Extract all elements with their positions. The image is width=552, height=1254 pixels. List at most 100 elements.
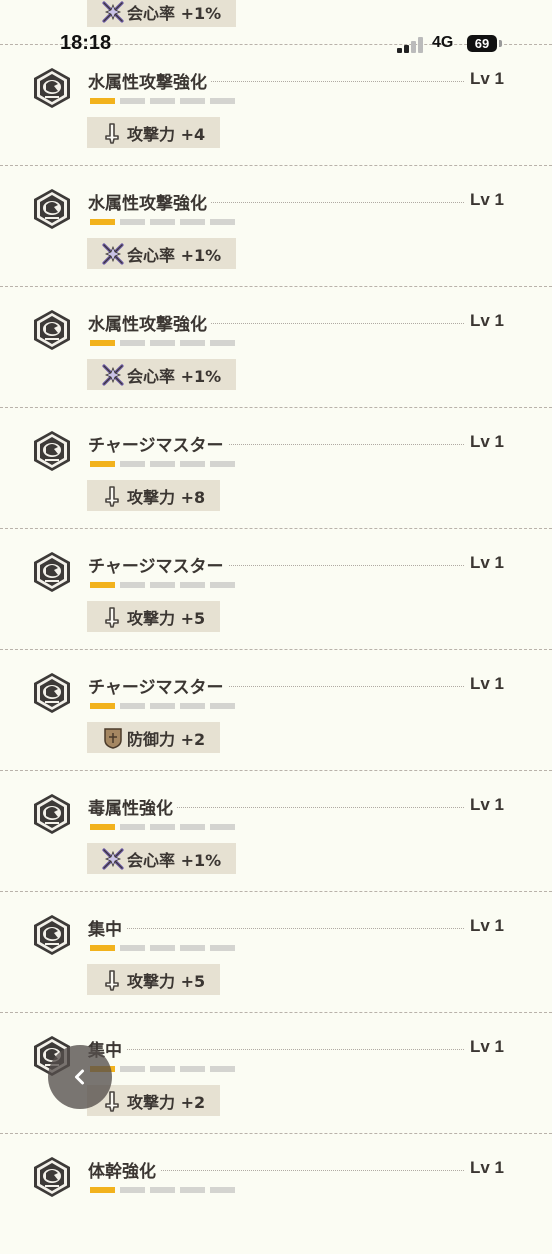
effect-text: 会心率 +1% bbox=[127, 245, 222, 265]
level-segment-filled bbox=[90, 582, 115, 588]
level-segment-empty bbox=[180, 98, 205, 104]
level-segment-empty bbox=[180, 219, 205, 225]
skill-row[interactable]: チャージマスター Lv 1 攻撃力 +5 bbox=[0, 528, 552, 649]
skill-emblem-icon bbox=[32, 67, 72, 109]
skill-emblem-icon bbox=[32, 672, 72, 714]
level-segment-empty bbox=[210, 582, 235, 588]
critical-icon bbox=[101, 242, 125, 266]
skill-row[interactable]: 水属性攻撃強化 Lv 1 攻撃力 +4 bbox=[0, 44, 552, 165]
level-segment-empty bbox=[210, 1187, 235, 1193]
skill-name: 体幹強化 bbox=[88, 1157, 160, 1182]
effect-text: 攻撃力 +5 bbox=[127, 608, 206, 628]
skill-row[interactable]: チャージマスター Lv 1 攻撃力 +8 bbox=[0, 407, 552, 528]
effect-chip: 会心率 +1% bbox=[87, 0, 237, 27]
effect-text: 攻撃力 +8 bbox=[127, 487, 206, 507]
critical-icon bbox=[101, 0, 125, 24]
dotted-leader bbox=[100, 928, 472, 929]
skill-row[interactable]: 体幹強化 Lv 1 bbox=[0, 1133, 552, 1254]
level-bar bbox=[90, 703, 240, 709]
level-segment-filled bbox=[90, 219, 115, 225]
skill-row[interactable]: 会心率 +1% bbox=[0, 0, 552, 44]
defense-icon bbox=[101, 726, 125, 750]
level-segment-empty bbox=[120, 219, 145, 225]
skill-name: 水属性攻撃強化 bbox=[88, 310, 211, 335]
level-segment-empty bbox=[150, 824, 175, 830]
skill-row[interactable]: 水属性攻撃強化 Lv 1 会心率 +1% bbox=[0, 165, 552, 286]
skill-level: Lv 1 bbox=[463, 311, 504, 331]
level-segment-empty bbox=[120, 703, 145, 709]
skill-level: Lv 1 bbox=[463, 674, 504, 694]
level-bar bbox=[90, 582, 240, 588]
skill-level: Lv 1 bbox=[463, 432, 504, 452]
effect-text: 攻撃力 +5 bbox=[127, 971, 206, 991]
level-segment-empty bbox=[150, 582, 175, 588]
level-segment-empty bbox=[150, 703, 175, 709]
effect-chip: 攻撃力 +5 bbox=[87, 601, 221, 632]
effect-text: 攻撃力 +4 bbox=[127, 124, 206, 144]
effect-chip: 会心率 +1% bbox=[87, 843, 237, 874]
skill-row[interactable]: チャージマスター Lv 1 防御力 +2 bbox=[0, 649, 552, 770]
level-segment-empty bbox=[120, 582, 145, 588]
skill-row[interactable]: 毒属性強化 Lv 1 会心率 +1% bbox=[0, 770, 552, 891]
level-segment-empty bbox=[150, 219, 175, 225]
level-segment-empty bbox=[210, 219, 235, 225]
skill-name: 毒属性強化 bbox=[88, 794, 177, 819]
skill-emblem-icon bbox=[32, 793, 72, 835]
back-button[interactable] bbox=[48, 1045, 112, 1109]
level-segment-empty bbox=[210, 703, 235, 709]
skill-emblem-icon bbox=[32, 430, 72, 472]
level-segment-empty bbox=[120, 1187, 145, 1193]
level-segment-empty bbox=[150, 340, 175, 346]
level-segment-empty bbox=[150, 461, 175, 467]
skill-emblem-icon bbox=[32, 551, 72, 593]
skill-row[interactable]: 集中 Lv 1 攻撃力 +5 bbox=[0, 891, 552, 1012]
skill-level: Lv 1 bbox=[463, 190, 504, 210]
level-bar bbox=[90, 945, 240, 951]
level-bar bbox=[90, 1066, 240, 1072]
effect-text: 攻撃力 +2 bbox=[127, 1092, 206, 1112]
skill-name: 集中 bbox=[88, 915, 126, 940]
skill-emblem-icon bbox=[32, 1156, 72, 1198]
level-bar bbox=[90, 461, 240, 467]
level-segment-empty bbox=[210, 945, 235, 951]
level-segment-empty bbox=[180, 1066, 205, 1072]
skill-name: 水属性攻撃強化 bbox=[88, 68, 211, 93]
skill-level: Lv 1 bbox=[463, 553, 504, 573]
level-bar bbox=[90, 1187, 240, 1193]
level-segment-empty bbox=[120, 945, 145, 951]
level-bar bbox=[90, 98, 240, 104]
level-bar bbox=[90, 824, 240, 830]
skill-row[interactable]: 水属性攻撃強化 Lv 1 会心率 +1% bbox=[0, 286, 552, 407]
skill-name: 水属性攻撃強化 bbox=[88, 189, 211, 214]
effect-chip: 会心率 +1% bbox=[87, 238, 237, 269]
effect-text: 会心率 +1% bbox=[127, 850, 222, 870]
level-segment-empty bbox=[150, 98, 175, 104]
level-segment-empty bbox=[210, 98, 235, 104]
chevron-left-icon bbox=[75, 1069, 84, 1085]
level-segment-empty bbox=[210, 461, 235, 467]
level-segment-filled bbox=[90, 945, 115, 951]
skill-name: チャージマスター bbox=[88, 552, 228, 577]
level-segment-filled bbox=[90, 824, 115, 830]
skill-level: Lv 1 bbox=[463, 1158, 504, 1178]
skill-level: Lv 1 bbox=[463, 916, 504, 936]
level-segment-empty bbox=[120, 1066, 145, 1072]
attack-icon bbox=[101, 484, 125, 508]
skill-name: チャージマスター bbox=[88, 431, 228, 456]
effect-chip: 攻撃力 +4 bbox=[87, 117, 221, 148]
level-segment-filled bbox=[90, 98, 115, 104]
skill-level: Lv 1 bbox=[463, 69, 504, 89]
level-segment-empty bbox=[150, 1187, 175, 1193]
critical-icon bbox=[101, 847, 125, 871]
effect-chip: 防御力 +2 bbox=[87, 722, 221, 753]
level-segment-empty bbox=[150, 945, 175, 951]
level-segment-empty bbox=[180, 703, 205, 709]
level-segment-empty bbox=[180, 824, 205, 830]
skill-emblem-icon bbox=[32, 188, 72, 230]
level-segment-filled bbox=[90, 703, 115, 709]
level-segment-empty bbox=[210, 340, 235, 346]
level-segment-filled bbox=[90, 1187, 115, 1193]
skill-emblem-icon bbox=[32, 914, 72, 956]
effect-text: 防御力 +2 bbox=[127, 729, 206, 749]
level-segment-empty bbox=[120, 340, 145, 346]
